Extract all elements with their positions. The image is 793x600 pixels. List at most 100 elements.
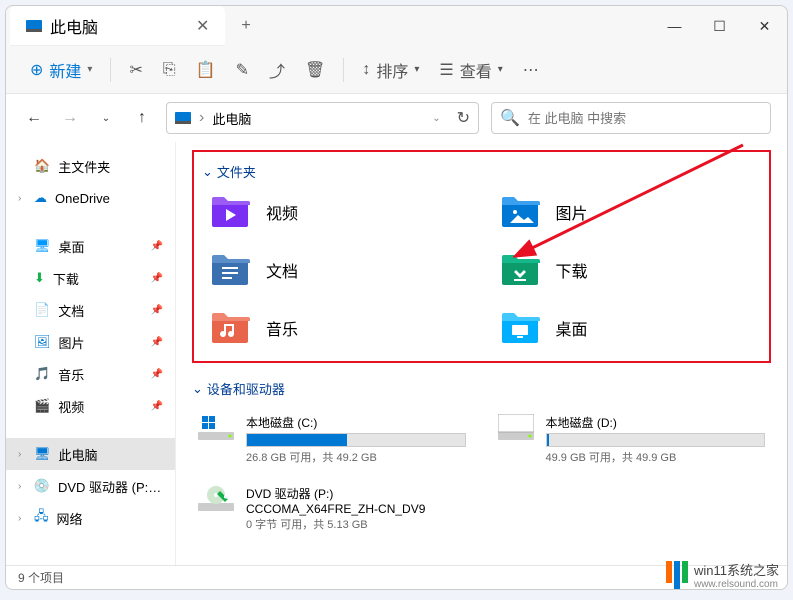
share-button[interactable]: ⤴ <box>261 54 293 86</box>
section-folders-header[interactable]: ⌄ 文件夹 <box>202 156 761 187</box>
sidebar-item-pictures[interactable]: 🖼 图片 📌 <box>6 326 175 358</box>
drive-label: CCCOMA_X64FRE_ZH-CN_DV9 <box>246 502 466 516</box>
view-icon: ☰ <box>439 60 453 80</box>
back-button[interactable]: ← <box>22 106 46 130</box>
cut-button[interactable]: ✂ <box>121 54 150 86</box>
section-devices-header[interactable]: ⌄ 设备和驱动器 <box>192 373 771 404</box>
folder-item-videos[interactable]: 视频 <box>202 187 472 237</box>
document-icon: 📄 <box>34 302 50 318</box>
rename-button[interactable]: ✎ <box>228 54 257 86</box>
chevron-right-icon[interactable]: › <box>18 449 26 460</box>
download-icon: ⬇ <box>34 270 45 286</box>
forward-button[interactable]: → <box>58 106 82 130</box>
sort-icon: ↕ <box>362 61 370 79</box>
window-controls: — ☐ ✕ <box>652 6 787 46</box>
folder-item-music[interactable]: 音乐 <box>202 303 472 353</box>
clipboard-icon: 📋 <box>196 60 216 80</box>
tab-thispc[interactable]: 此电脑 ✕ <box>10 6 225 46</box>
folders-grid: 视频 图片 文档 下载 <box>202 187 761 353</box>
refresh-button[interactable]: ↻ <box>457 108 470 128</box>
watermark-url: www.relsound.com <box>694 579 779 590</box>
chevron-down-icon: ⌄ <box>202 164 213 180</box>
toolbar: ⊕ 新建 ▾ ✂ ⎘ 📋 ✎ ⤴ 🗑 ↕ 排序 ▾ ☰ 查看 ▾ ⋯ <box>6 46 787 94</box>
chevron-right-icon[interactable]: › <box>18 481 26 492</box>
file-explorer-window: 此电脑 ✕ + — ☐ ✕ ⊕ 新建 ▾ ✂ ⎘ 📋 ✎ ⤴ 🗑 ↕ 排序 ▾ … <box>5 5 788 590</box>
minimize-button[interactable]: — <box>652 6 697 46</box>
main-pane: ⌄ 文件夹 视频 图片 文档 <box>176 142 787 565</box>
pin-icon: 📌 <box>151 305 163 316</box>
watermark-logo <box>666 561 688 589</box>
chevron-down-icon: ▾ <box>498 64 503 75</box>
sidebar-item-desktop[interactable]: 🖥 桌面 📌 <box>6 230 175 262</box>
view-button[interactable]: ☰ 查看 ▾ <box>431 54 510 86</box>
search-icon: 🔍 <box>500 108 520 128</box>
sidebar-item-network[interactable]: › 🖧 网络 <box>6 502 175 534</box>
sidebar-item-music[interactable]: 🎵 音乐 📌 <box>6 358 175 390</box>
drive-info: 0 字节 可用，共 5.13 GB <box>246 516 466 532</box>
copy-icon: ⎘ <box>163 61 176 79</box>
item-count: 9 个项目 <box>18 569 64 586</box>
scissors-icon: ✂ <box>129 60 142 80</box>
tab-title: 此电脑 <box>50 14 98 38</box>
chevron-right-icon[interactable]: › <box>18 513 26 524</box>
drive-name: 本地磁盘 (D:) <box>546 414 766 431</box>
drive-name: DVD 驱动器 (P:) <box>246 485 466 502</box>
highlight-annotation: ⌄ 文件夹 视频 图片 文档 <box>192 150 771 363</box>
pin-icon: 📌 <box>151 273 163 284</box>
address-path: 此电脑 <box>212 109 251 128</box>
new-tab-button[interactable]: + <box>225 17 266 35</box>
new-button[interactable]: ⊕ 新建 ▾ <box>22 54 100 86</box>
maximize-button[interactable]: ☐ <box>697 6 742 46</box>
drives-grid: 本地磁盘 (C:) 26.8 GB 可用，共 49.2 GB 本地磁盘 (D:)… <box>192 408 771 538</box>
sidebar-item-onedrive[interactable]: › ☁ OneDrive <box>6 182 175 214</box>
paste-button[interactable]: 📋 <box>188 54 224 86</box>
video-icon: 🎬 <box>34 398 50 414</box>
sidebar-item-videos[interactable]: 🎬 视频 📌 <box>6 390 175 422</box>
pin-icon: 📌 <box>151 337 163 348</box>
dvd-drive-icon <box>198 485 234 513</box>
drive-info: 49.9 GB 可用，共 49.9 GB <box>546 449 766 465</box>
chevron-down-icon[interactable]: ⌄ <box>432 113 440 124</box>
folder-item-downloads[interactable]: 下载 <box>492 245 762 295</box>
sidebar-item-documents[interactable]: 📄 文档 📌 <box>6 294 175 326</box>
more-button[interactable]: ⋯ <box>515 54 547 86</box>
chevron-down-icon: ▾ <box>414 64 419 75</box>
folder-item-documents[interactable]: 文档 <box>202 245 472 295</box>
chevron-right-icon: › <box>199 109 204 127</box>
desktop-icon: 🖥 <box>34 238 51 254</box>
titlebar: 此电脑 ✕ + — ☐ ✕ <box>6 6 787 46</box>
drive-item-d[interactable]: 本地磁盘 (D:) 49.9 GB 可用，共 49.9 GB <box>492 408 772 471</box>
chevron-down-icon: ⌄ <box>192 381 203 397</box>
trash-icon: 🗑 <box>305 60 325 80</box>
search-input[interactable] <box>528 111 762 126</box>
sidebar-item-home[interactable]: 🏠 主文件夹 <box>6 150 175 182</box>
chevron-right-icon[interactable]: › <box>18 193 26 204</box>
close-button[interactable]: ✕ <box>742 6 787 46</box>
recent-button[interactable]: ⌄ <box>94 106 118 130</box>
thispc-icon: 🖥 <box>34 446 51 462</box>
watermark: win11系统之家 www.relsound.com <box>666 560 779 590</box>
sidebar-item-dvd[interactable]: › 💿 DVD 驱动器 (P:) C <box>6 470 175 502</box>
chevron-down-icon: ▾ <box>87 64 92 75</box>
search-bar[interactable]: 🔍 <box>491 102 771 134</box>
music-folder-icon <box>210 311 250 345</box>
address-bar[interactable]: › 此电脑 ⌄ ↻ <box>166 102 479 134</box>
music-icon: 🎵 <box>34 366 50 382</box>
drive-item-dvd[interactable]: DVD 驱动器 (P:) CCCOMA_X64FRE_ZH-CN_DV9 0 字… <box>192 479 472 538</box>
disc-icon: 💿 <box>34 478 50 494</box>
close-tab-icon[interactable]: ✕ <box>196 16 209 36</box>
rename-icon: ✎ <box>236 60 249 80</box>
drive-item-c[interactable]: 本地磁盘 (C:) 26.8 GB 可用，共 49.2 GB <box>192 408 472 471</box>
documents-folder-icon <box>210 253 250 287</box>
folder-item-pictures[interactable]: 图片 <box>492 187 762 237</box>
up-button[interactable]: ↑ <box>130 106 154 130</box>
copy-button[interactable]: ⎘ <box>155 54 184 86</box>
thispc-icon <box>175 112 191 124</box>
delete-button[interactable]: 🗑 <box>297 54 333 86</box>
folder-item-desktop[interactable]: 桌面 <box>492 303 762 353</box>
drive-name: 本地磁盘 (C:) <box>246 414 466 431</box>
sort-button[interactable]: ↕ 排序 ▾ <box>354 54 427 86</box>
sidebar-item-thispc[interactable]: › 🖥 此电脑 <box>6 438 175 470</box>
home-icon: 🏠 <box>34 158 50 174</box>
sidebar-item-downloads[interactable]: ⬇ 下载 📌 <box>6 262 175 294</box>
